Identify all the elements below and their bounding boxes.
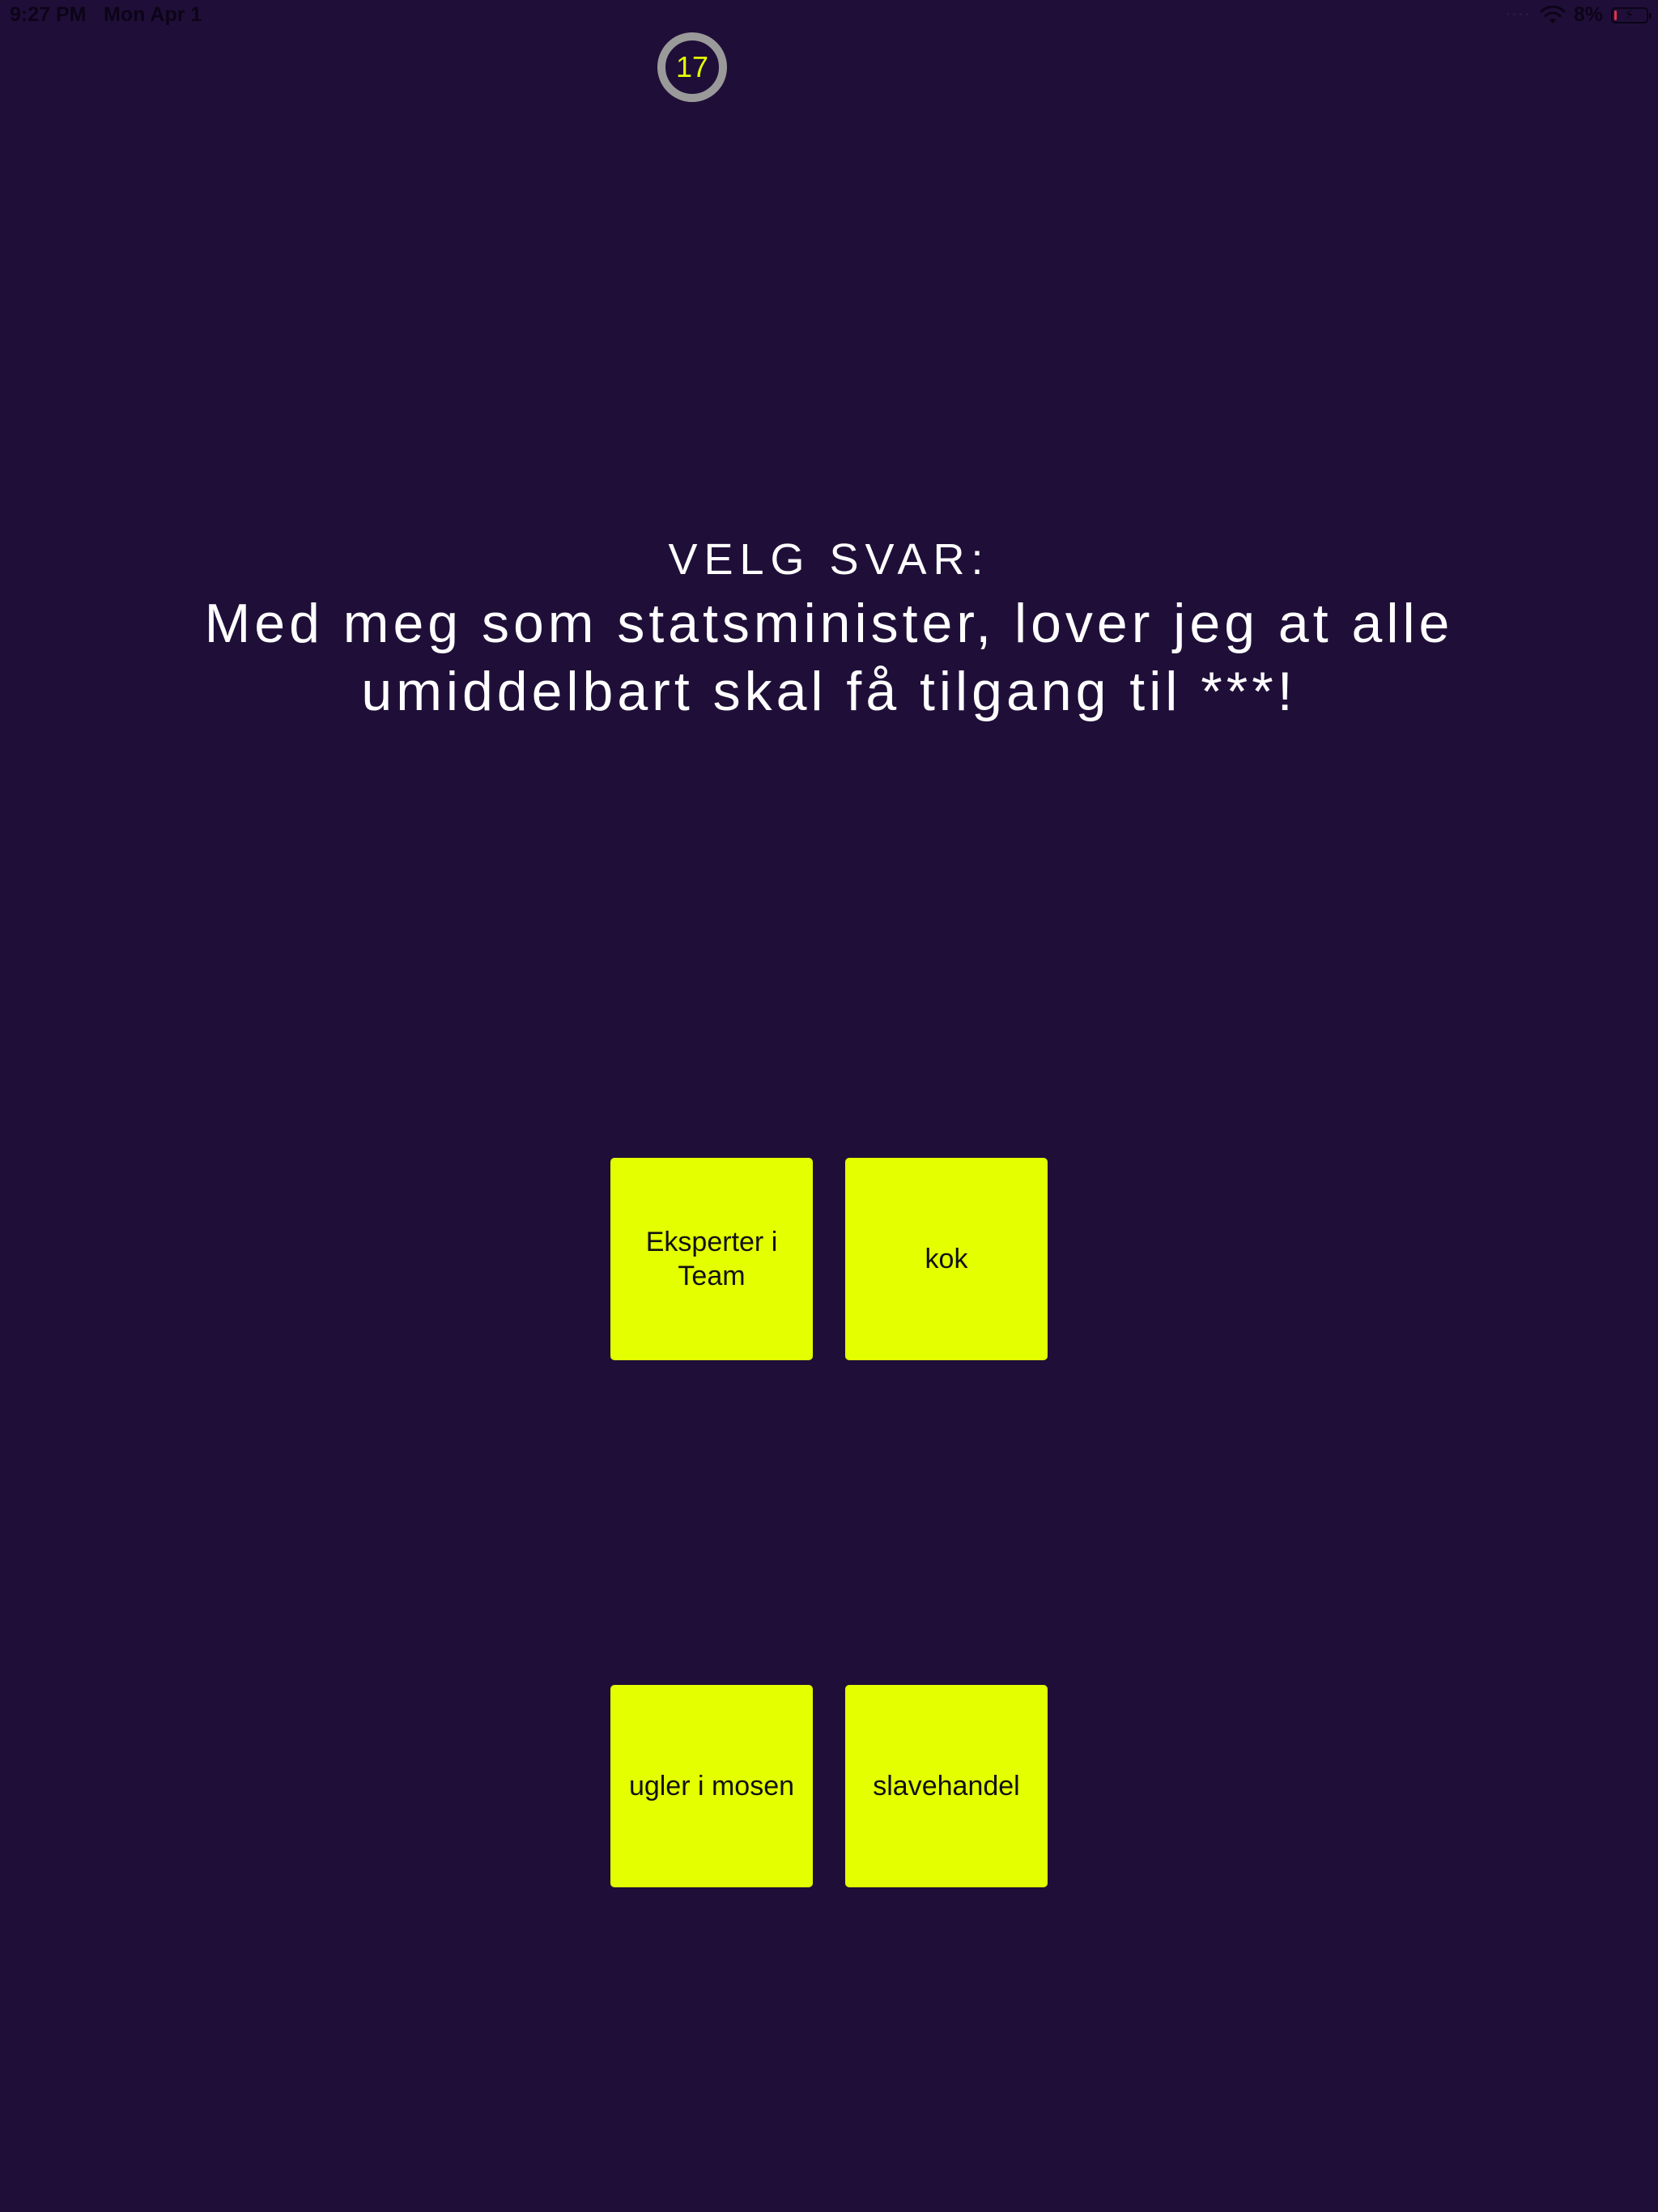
status-bar: 9:27 PM Mon Apr 1 ···· 8% ⚡: [0, 0, 1658, 32]
cellular-signal-icon: ····: [1505, 6, 1532, 23]
wifi-icon: [1540, 5, 1566, 23]
answer-label: Eksperter i Team: [645, 1227, 778, 1291]
answer-button-4[interactable]: slavehandel: [845, 1685, 1048, 1887]
timer-value: 17: [675, 50, 709, 83]
countdown-timer: 17: [656, 31, 729, 104]
status-date: Mon Apr 1: [104, 3, 202, 26]
question-text: Med meg som statsminister, lover jeg at …: [204, 593, 1454, 722]
answer-button-2[interactable]: kok: [845, 1158, 1048, 1360]
battery-charging-icon: ⚡: [1611, 6, 1652, 23]
answer-label: ugler i mosen: [628, 1771, 795, 1802]
battery-percent: 8%: [1573, 3, 1603, 26]
status-time: 9:27 PM: [10, 3, 87, 26]
status-indicators: ···· 8% ⚡: [1505, 3, 1652, 27]
prompt-label: VELG SVAR:: [668, 535, 990, 584]
answer-button-1[interactable]: Eksperter i Team: [610, 1158, 813, 1360]
battery-level-fill: [1614, 10, 1618, 20]
answer-label: kok: [925, 1244, 968, 1274]
answer-button-3[interactable]: ugler i mosen: [610, 1685, 813, 1887]
answer-label: slavehandel: [873, 1771, 1020, 1802]
charging-bolt-icon: ⚡: [1624, 6, 1635, 23]
